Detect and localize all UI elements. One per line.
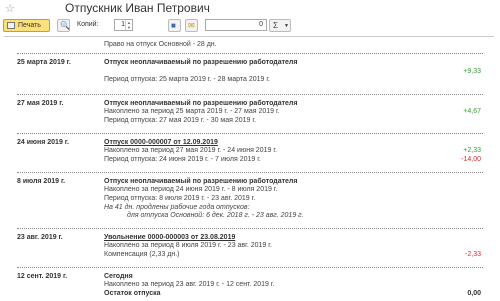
divider xyxy=(17,228,483,229)
entry-accrued: Накоплено за период 25 марта 2019 г. - 2… xyxy=(104,108,280,115)
entry-date: 27 мая 2019 г. xyxy=(17,100,64,107)
envelope-icon: ✉ xyxy=(188,21,195,30)
chevron-down-icon: ▼ xyxy=(284,23,289,29)
extension-note: На 41 дн. продлены рабочие года отпусков… xyxy=(104,204,250,211)
sum-icon: Σ xyxy=(273,21,278,30)
print-button-label: Печать xyxy=(18,22,41,29)
entry-heading: Отпуск неоплачиваемый по разрешению рабо… xyxy=(104,100,298,107)
magnifier-icon: 🔍 xyxy=(60,21,70,30)
entry-date: 8 июля 2019 г. xyxy=(17,178,66,185)
preview-button[interactable]: 🔍 xyxy=(57,19,70,32)
divider xyxy=(17,172,483,173)
entry-heading: Сегодня xyxy=(104,273,133,280)
entry-accrued-value: +2,33 xyxy=(463,147,481,154)
entry-value: +9,33 xyxy=(463,68,481,75)
copies-input[interactable]: 1 ▲ ▼ xyxy=(114,19,133,31)
entry-date: 12 сент. 2019 г. xyxy=(17,273,68,280)
compensation-value: -2,33 xyxy=(465,251,481,258)
report-document: Право на отпуск Основной - 28 дн. 25 мар… xyxy=(4,36,494,301)
balance-value: 0,00 xyxy=(467,290,481,297)
balance-label: Остаток отпуска xyxy=(104,290,161,297)
save-icon: ■ xyxy=(171,21,176,30)
copies-label: Копий: xyxy=(77,21,99,28)
entry-value: +4,67 xyxy=(463,108,481,115)
compensation-text: Компенсация (2,33 дн.) xyxy=(104,251,180,258)
entry-accrued: Накоплено за период 27 мая 2019 г. - 24 … xyxy=(104,147,277,154)
window-title: Отпускник Иван Петрович xyxy=(65,1,210,15)
divider xyxy=(17,94,483,95)
title-bar: ☆ Отпускник Иван Петрович xyxy=(0,0,500,18)
toolbar: Печать 🔍 Копий: 1 ▲ ▼ ■ ✉ 0 Σ ▼ xyxy=(0,18,500,34)
entry-period-value: -14,00 xyxy=(461,156,481,163)
printer-icon xyxy=(7,22,15,29)
spin-arrows-icon[interactable]: ▲ ▼ xyxy=(125,20,132,30)
email-button[interactable]: ✉ xyxy=(185,19,198,32)
number-field-value: 0 xyxy=(259,21,263,28)
entry-period: Период отпуска: 24 июня 2019 г. - 7 июля… xyxy=(104,156,261,163)
entry-date: 24 июня 2019 г. xyxy=(17,139,69,146)
entry-period: Период отпуска: 8 июля 2019 г. - 23 авг.… xyxy=(104,195,256,202)
divider xyxy=(17,53,483,54)
print-button[interactable]: Печать xyxy=(3,19,50,32)
entry-date: 25 марта 2019 г. xyxy=(17,59,71,66)
vacation-document-link[interactable]: Отпуск 0000-000007 от 12.09.2019 xyxy=(104,139,218,146)
divider xyxy=(17,267,483,268)
entry-heading: Отпуск неоплачиваемый по разрешению рабо… xyxy=(104,178,298,185)
entry-period: Период отпуска: 27 мая 2019 г. - 30 мая … xyxy=(104,117,257,124)
sum-button[interactable]: Σ ▼ xyxy=(269,19,291,32)
entry-heading: Отпуск неоплачиваемый по разрешению рабо… xyxy=(104,59,298,66)
extension-detail: для отпуска Основной: 6 дек. 2018 г. - 2… xyxy=(127,212,304,219)
entry-accrued: Накоплено за период 8 июля 2019 г. - 23 … xyxy=(104,242,272,249)
entry-accrued: Накоплено за период 24 июня 2019 г. - 8 … xyxy=(104,186,278,193)
dismissal-document-link[interactable]: Увольнение 0000-000003 от 23.08.2019 xyxy=(104,234,235,241)
favorite-star-icon[interactable]: ☆ xyxy=(5,2,15,15)
save-button[interactable]: ■ xyxy=(168,19,181,32)
number-field[interactable]: 0 xyxy=(205,19,267,31)
entry-date: 23 авг. 2019 г. xyxy=(17,234,63,241)
entry-period: Период отпуска: 25 марта 2019 г. - 28 ма… xyxy=(104,76,270,83)
entitlement-text: Право на отпуск Основной - 28 дн. xyxy=(104,41,217,48)
entry-accrued: Накоплено за период 23 авг. 2019 г. - 12… xyxy=(104,281,275,288)
divider xyxy=(17,133,483,134)
